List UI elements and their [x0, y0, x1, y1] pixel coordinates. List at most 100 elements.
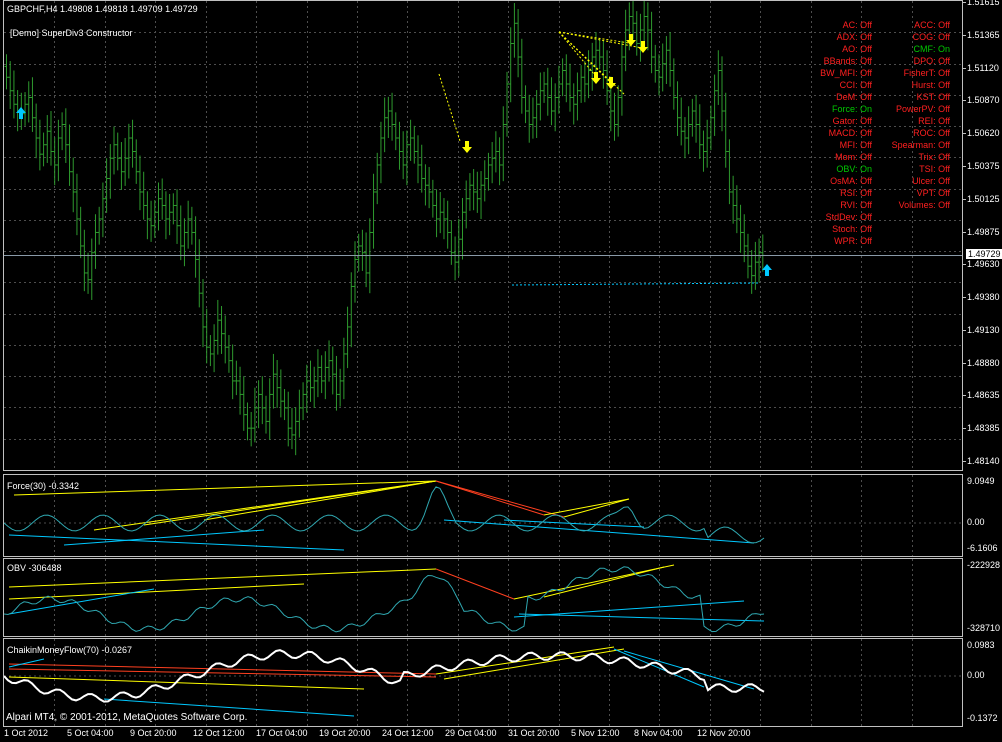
indicator-status-item: Ulcer: Off — [912, 176, 950, 186]
indicator-status-item: RSI: Off — [840, 188, 872, 198]
cmf-divergence-line — [8, 676, 365, 690]
obv-divergence-line — [8, 568, 437, 588]
indicator-status-item: TSI: Off — [919, 164, 950, 174]
force-pane[interactable]: Force(30) -0.3342 — [3, 474, 963, 557]
price-tick-mark — [963, 100, 966, 102]
price-tick-mark — [963, 67, 966, 69]
time-tick-label: 24 Oct 12:00 — [382, 728, 434, 738]
force-divergence-line — [143, 480, 437, 526]
cmf-title: ChaikinMoneyFlow(70) -0.0267 — [7, 645, 133, 655]
price-tick-mark — [963, 461, 966, 462]
obv-axis: -222928 -328710 — [963, 558, 1002, 637]
indicator-status-item: Mom: Off — [835, 152, 872, 162]
indicator-status-item: Trix: Off — [918, 152, 951, 162]
obv-divergence-line — [518, 613, 765, 622]
force-divergence-line — [435, 480, 545, 516]
force-tick-label: -6.1606 — [967, 543, 998, 553]
obv-title: OBV -306488 — [7, 563, 62, 573]
obv-chart-svg — [4, 559, 913, 636]
force-divergence-line — [63, 529, 265, 546]
price-tick-label: 1.50125 — [967, 193, 1000, 204]
price-tick-mark — [963, 395, 966, 397]
cmf-axis: 0.0983 0.00 -0.1372 — [963, 638, 1002, 727]
price-tick-mark — [963, 297, 966, 299]
price-tick-mark — [963, 198, 966, 200]
cmf-tick-label: -0.1372 — [967, 713, 998, 723]
indicator-status-item: PowerPV: Off — [895, 104, 950, 114]
price-tick-mark — [963, 133, 966, 135]
obv-series-line — [4, 566, 765, 633]
price-tick-mark — [963, 362, 966, 364]
indicator-status-item: Force: On — [831, 104, 872, 114]
price-tick-label: 1.48140 — [967, 456, 1000, 466]
indicator-status-item: ADX: Off — [836, 32, 872, 42]
price-tick-label: 1.49380 — [967, 292, 1000, 303]
indicator-status-item: BW_MFI: Off — [820, 68, 872, 78]
price-tick-label: 1.49630 — [967, 259, 1000, 270]
indicator-status-item: MACD: Off — [828, 128, 872, 138]
cmf-divergence-line — [8, 658, 45, 668]
down-arrow-icon — [626, 34, 636, 46]
indicator-status-item: BBands: Off — [823, 56, 872, 66]
obv-tick-label: -222928 — [967, 560, 1001, 570]
indicator-status-item: CMF: On — [913, 44, 950, 54]
price-tick-label: 1.51615 — [967, 0, 1000, 7]
indicator-status-item: FisherT: Off — [903, 68, 950, 78]
indicator-status-item: Volumes: Off — [898, 200, 950, 210]
time-tick-label: 29 Oct 04:00 — [445, 728, 497, 738]
indicator-status-item: Spearman: Off — [891, 140, 950, 150]
price-tick-mark — [963, 2, 966, 3]
price-tick-label: 1.48635 — [967, 390, 1000, 401]
price-axis: 1.51615 1.51365 1.51120 1.50870 1.50620 1.503… — [963, 0, 1002, 471]
obv-divergence-line — [8, 588, 155, 615]
indicator-status-item: VPT: Off — [916, 188, 950, 198]
price-divergence-line — [511, 282, 760, 286]
force-tick-label: 9.0949 — [967, 476, 995, 486]
time-tick-label: 5 Oct 04:00 — [67, 728, 114, 738]
obv-pane[interactable]: OBV -306488 — [3, 558, 963, 637]
price-tick-mark — [963, 264, 966, 266]
indicator-status-item: CCI: Off — [839, 80, 872, 90]
price-divergence-line — [438, 73, 461, 142]
indicator-status-item: DeM: Off — [836, 92, 872, 102]
indicator-status-item: WPR: Off — [834, 236, 872, 246]
up-arrow-icon — [762, 264, 772, 276]
price-tick-mark — [963, 165, 966, 167]
price-tick-label: 1.50375 — [967, 160, 1000, 171]
down-arrow-icon — [462, 141, 472, 153]
indicator-status-item: OBV: On — [836, 164, 872, 174]
force-divergence-line — [563, 498, 630, 518]
time-tick-label: 12 Nov 20:00 — [697, 728, 751, 738]
force-divergence-line — [435, 480, 565, 518]
force-divergence-line — [8, 534, 345, 551]
price-tick-mark — [963, 231, 966, 233]
indicator-status-item: ROC: Off — [913, 128, 950, 138]
price-tick-mark — [963, 329, 966, 331]
force-tick-label: 0.00 — [967, 517, 985, 527]
indicator-status-item: MFI: Off — [839, 140, 872, 150]
indicator-status-item: AC: Off — [842, 20, 872, 30]
copyright-text: Alpari MT4, © 2001-2012, MetaQuotes Soft… — [6, 712, 248, 723]
time-tick-label: 1 Oct 2012 — [4, 728, 49, 738]
indicator-status-item: StdDev: Off — [825, 212, 872, 222]
force-title: Force(30) -0.3342 — [7, 481, 80, 491]
time-tick-label: 9 Oct 20:00 — [130, 728, 177, 738]
time-tick-label: 8 Nov 04:00 — [634, 728, 683, 738]
price-tick-label: 1.50620 — [967, 128, 1000, 139]
indicator-status-item: AO: Off — [842, 44, 872, 54]
price-tick-label: 1.48385 — [967, 423, 1000, 434]
current-price-label: 1.49729 — [966, 248, 1002, 259]
indicator-status-item: RVI: Off — [840, 200, 872, 210]
time-tick-label: 5 Nov 12:00 — [571, 728, 620, 738]
price-tick-mark — [963, 428, 966, 430]
force-series-line — [4, 486, 765, 544]
indicator-status-item: ACC: Off — [914, 20, 950, 30]
cmf-tick-label: 0.0983 — [967, 640, 995, 650]
force-divergence-line — [203, 480, 437, 521]
obv-divergence-line — [435, 568, 515, 600]
price-chart-svg — [4, 1, 962, 470]
price-tick-mark — [963, 34, 966, 36]
price-chart-pane[interactable]: GBPCHF,H4 1.49808 1.49818 1.49709 1.4972… — [3, 0, 963, 471]
time-tick-label: 17 Oct 04:00 — [256, 728, 308, 738]
price-tick-label: 1.51120 — [967, 62, 999, 73]
